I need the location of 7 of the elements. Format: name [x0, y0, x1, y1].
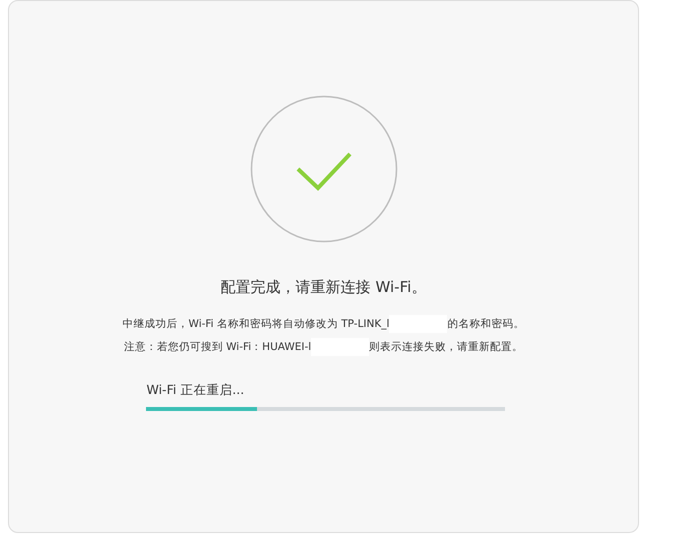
- status-title: 配置完成，请重新连接 Wi-Fi。: [220, 277, 426, 297]
- note-text: 中继成功后，Wi-Fi 名称和密码将自动修改为 TP-LINK_l: [122, 317, 390, 332]
- progress-label: Wi-Fi 正在重启...: [146, 382, 246, 399]
- checkmark-circle-icon: [250, 95, 398, 243]
- note-text: 的名称和密码。: [447, 317, 524, 332]
- note-text: 则表示连接失败，请重新配置。: [369, 340, 524, 355]
- note-text: 注意：若您仍可搜到 Wi-Fi：HUAWEI-l: [124, 340, 312, 355]
